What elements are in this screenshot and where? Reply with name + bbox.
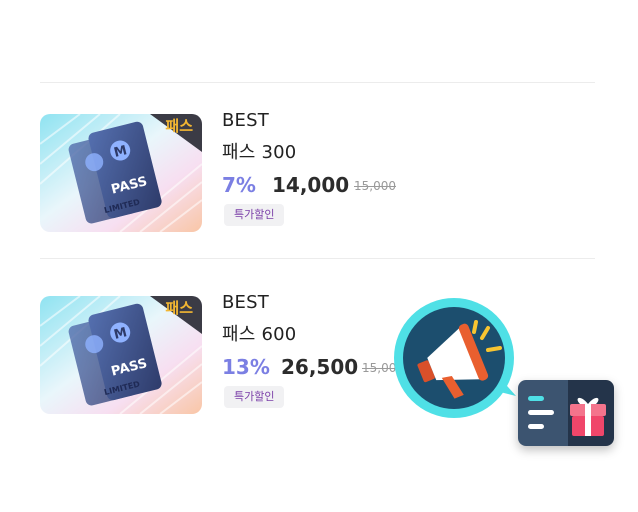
pass-thumbnail: M 패스 PASS LIMITED (40, 296, 202, 414)
special-discount-tag: 특가할인 (224, 386, 285, 408)
top-divider (40, 82, 595, 83)
middle-divider (40, 258, 595, 259)
announcement-badge[interactable] (392, 298, 516, 422)
gift-button[interactable] (518, 380, 614, 446)
product-name: 패스 300 (222, 142, 297, 163)
ticket-text-layer: PASS LIMITED (103, 356, 149, 397)
discount-rate: 7% (222, 173, 256, 197)
product-badge: BEST (222, 292, 269, 313)
megaphone-icon (394, 298, 516, 418)
ticket-limited-text: LIMITED (103, 379, 141, 397)
original-price: 15,000 (354, 179, 396, 193)
ticket-text-layer: PASS LIMITED (103, 174, 149, 215)
pass-thumbnail: M 패스 PASS LIMITED (40, 114, 202, 232)
ticket-limited-text: LIMITED (103, 197, 141, 215)
ticket-pass-text: PASS (110, 356, 149, 379)
product-badge: BEST (222, 110, 269, 131)
sale-price: 14,000 (272, 173, 350, 197)
sale-price: 26,500 (281, 355, 359, 379)
product-item[interactable]: M 패스 PASS LIMITED BEST 패스 300 7% 14,000 … (0, 110, 638, 244)
discount-rate: 13% (222, 355, 270, 379)
product-name: 패스 600 (222, 324, 297, 345)
gift-icon (518, 380, 614, 446)
special-discount-tag: 특가할인 (224, 204, 285, 226)
ticket-pass-text: PASS (110, 174, 149, 197)
